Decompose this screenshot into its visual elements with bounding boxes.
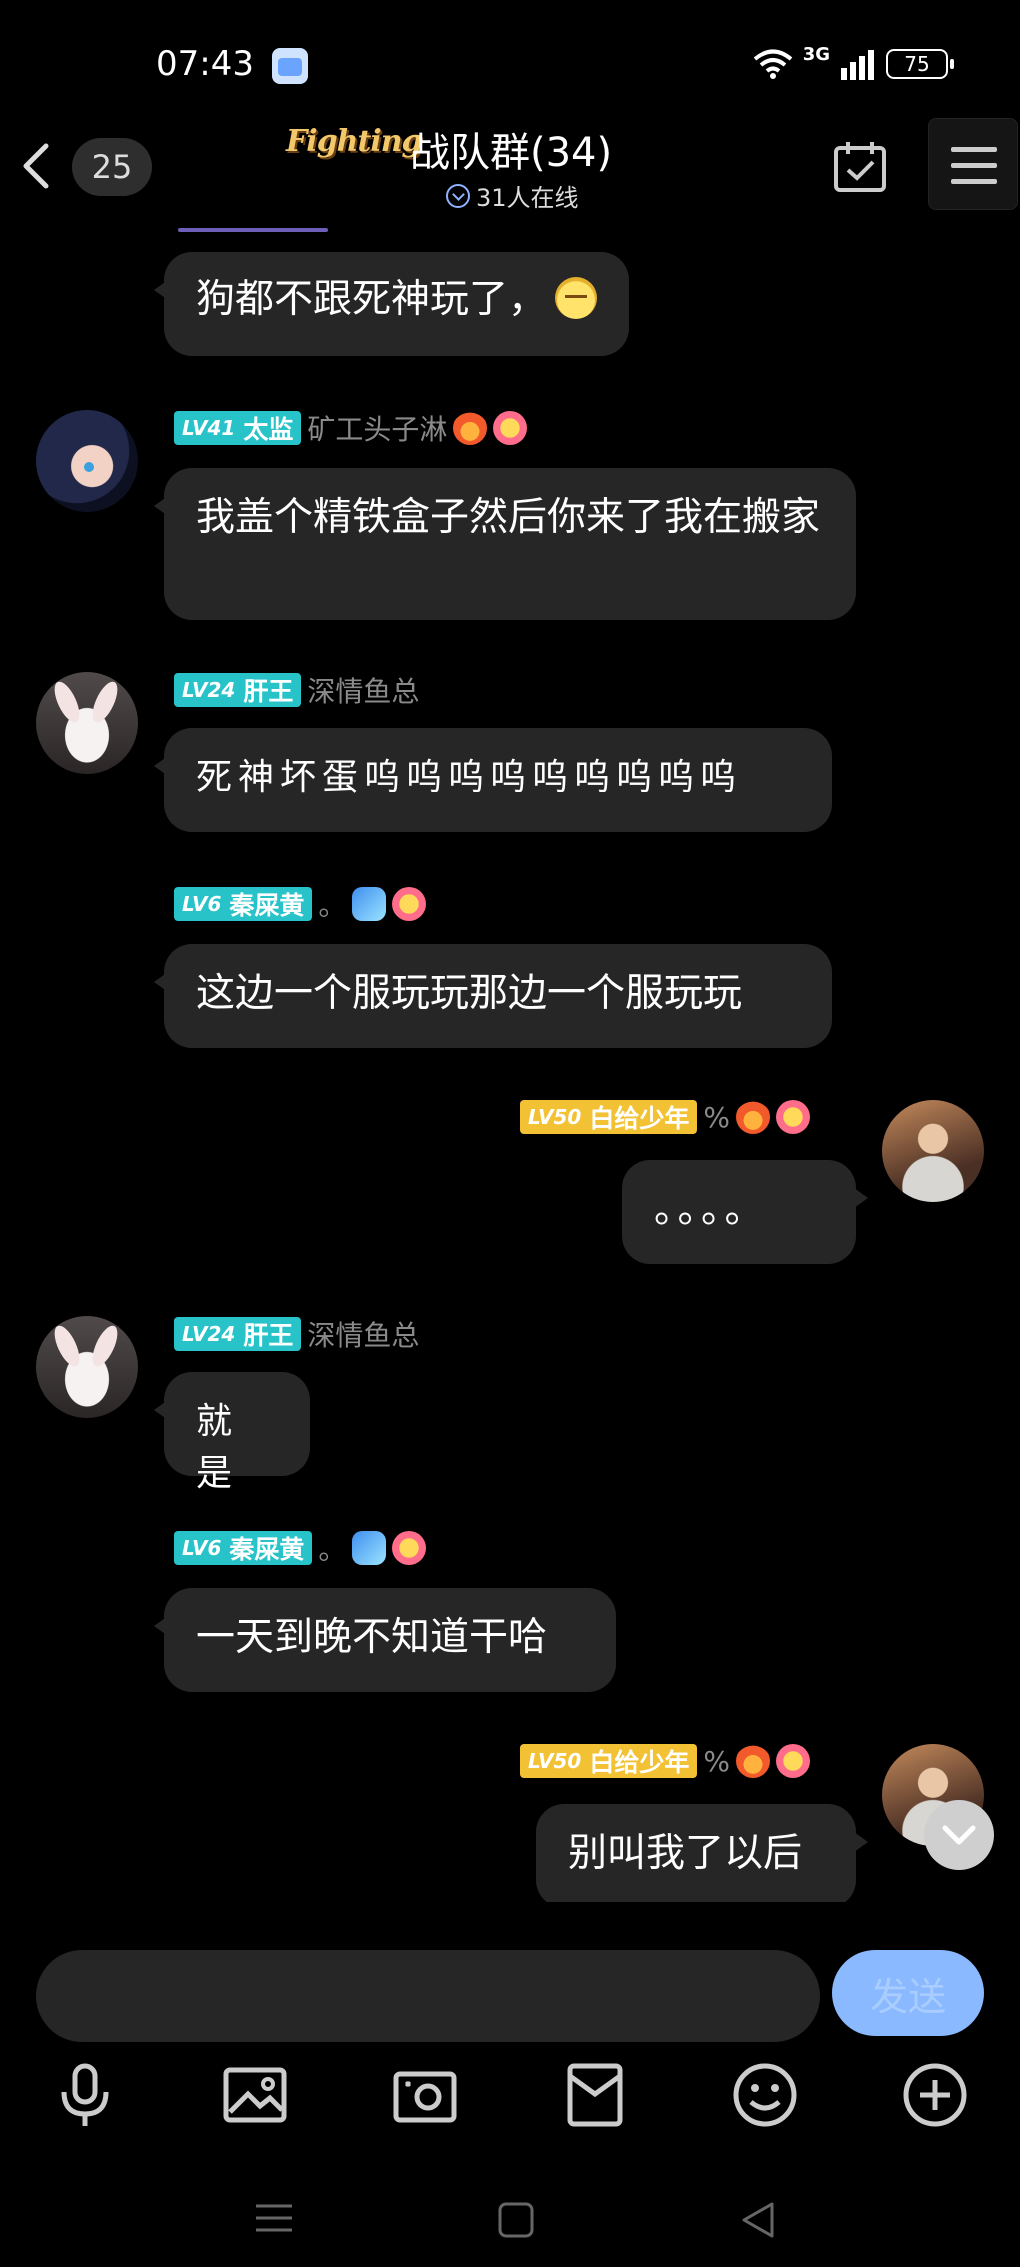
level-prefix: LV [182,1322,208,1346]
unread-count-badge[interactable]: 25 [72,138,152,196]
flower-emblem-icon [493,411,528,445]
flower-emblem-icon [775,1744,810,1778]
network-type: 3G [802,43,830,65]
battery-level: 75 [904,52,930,76]
sender-row: LV 24 肝王 深情鱼总 [174,670,419,710]
avatar[interactable] [36,672,138,774]
sender-nickname[interactable]: 深情鱼总 [307,1314,419,1354]
status-indicators: 3G 75 [753,44,954,80]
message-bubble[interactable]: 我盖个精铁盒子然后你来了我在搬家 [154,468,856,620]
signal-icon [841,50,874,80]
level-badge: LV 50 白给少年 [520,1100,698,1134]
status-time: 07:43 [156,44,254,84]
input-toolbar [0,2060,1020,2160]
level-badge: LV 50 白给少年 [520,1744,698,1778]
message-bubble[interactable]: 狗都不跟死神玩了， [153,252,630,356]
message-bubble[interactable]: 就是 [154,1372,310,1494]
fire-emblem-icon [735,1100,770,1134]
group-logo: Fighting [286,124,423,159]
flower-emblem-icon [392,1531,427,1565]
recent-apps-icon[interactable] [254,2200,294,2236]
sender-row: LV 24 肝王 深情鱼总 [174,1314,419,1354]
sender-nickname[interactable]: % [703,1745,730,1778]
level-badge: LV 6 秦屎黄 [174,1531,313,1565]
calendar-check-icon[interactable] [832,138,888,194]
avatar[interactable] [36,410,138,512]
message-bubble[interactable]: 别叫我了以后 [536,1804,868,1902]
system-nav-bar [0,2170,1020,2267]
dragon-emblem-icon [352,887,387,921]
sender-nickname[interactable]: 深情鱼总 [307,670,419,710]
sender-row: LV 6 秦屎黄 。 [174,1528,427,1568]
send-button[interactable]: 发送 [832,1950,984,2036]
mic-icon[interactable] [50,2060,120,2130]
flower-emblem-icon [775,1100,810,1134]
message-bubble[interactable]: 一天到晚不知道干哈 [154,1588,616,1692]
online-chevron-icon [446,183,470,208]
wifi-icon [753,49,792,79]
notification-app-icon [272,48,308,84]
scroll-to-bottom-button[interactable] [924,1800,994,1870]
emoji-icon [555,276,598,319]
online-status[interactable]: 31人在线 [446,178,579,213]
menu-icon[interactable] [928,118,1018,210]
level-badge: LV 41 太监 [174,411,302,445]
emoji-icon[interactable] [730,2060,800,2130]
group-title[interactable]: 战队群(34) [410,120,612,178]
plus-icon[interactable] [900,2060,970,2130]
sender-nickname[interactable]: 。 [318,1528,346,1568]
back-nav-icon[interactable] [738,2200,778,2240]
message-bubble[interactable]: 死神坏蛋呜呜呜呜呜呜呜呜呜 [154,728,832,832]
sender-row: LV 50 白给少年 % [520,1100,810,1134]
sender-row: LV 6 秦屎黄 。 [174,884,427,924]
sender-nickname[interactable]: % [703,1101,730,1134]
message-bubble[interactable]: 。。。。 [622,1160,868,1264]
sender-nickname[interactable]: 矿工头子淋 [307,408,447,448]
avatar[interactable] [36,1316,138,1418]
level-badge: LV 24 肝王 [174,673,302,707]
battery-icon: 75 [886,49,954,79]
flower-emblem-icon [392,887,427,921]
image-icon[interactable] [220,2060,290,2130]
avatar[interactable] [882,1100,984,1202]
back-icon[interactable] [12,138,62,194]
home-icon[interactable] [496,2200,536,2240]
sender-row: LV 41 太监 矿工头子淋 [174,408,528,448]
dragon-emblem-icon [352,1531,387,1565]
message-input[interactable] [36,1950,820,2042]
message-bubble[interactable]: 这边一个服玩玩那边一个服玩玩 [154,944,832,1048]
fire-emblem-icon [735,1744,770,1778]
level-prefix: LV [182,678,208,702]
chevron-down-icon [942,1825,976,1845]
sender-row: LV 50 白给少年 % [520,1744,810,1778]
online-count: 31人在线 [476,184,579,212]
message-list[interactable]: 狗都不跟死神玩了， LV 41 太监 矿工头子淋 我盖个精铁盒子然后你来了我在搬家 … [0,212,1020,1902]
level-prefix: LV [182,892,208,916]
level-badge: LV 24 肝王 [174,1317,302,1351]
level-badge: LV 6 秦屎黄 [174,887,313,921]
level-prefix: LV [528,1105,554,1129]
camera-icon[interactable] [390,2060,460,2130]
level-prefix: LV [182,1536,208,1560]
fire-emblem-icon [453,411,488,445]
level-prefix: LV [182,416,208,440]
red-packet-icon[interactable] [560,2060,630,2130]
sender-nickname[interactable]: 。 [318,884,346,924]
cut-off-previous-row [178,228,328,232]
level-prefix: LV [528,1749,554,1773]
